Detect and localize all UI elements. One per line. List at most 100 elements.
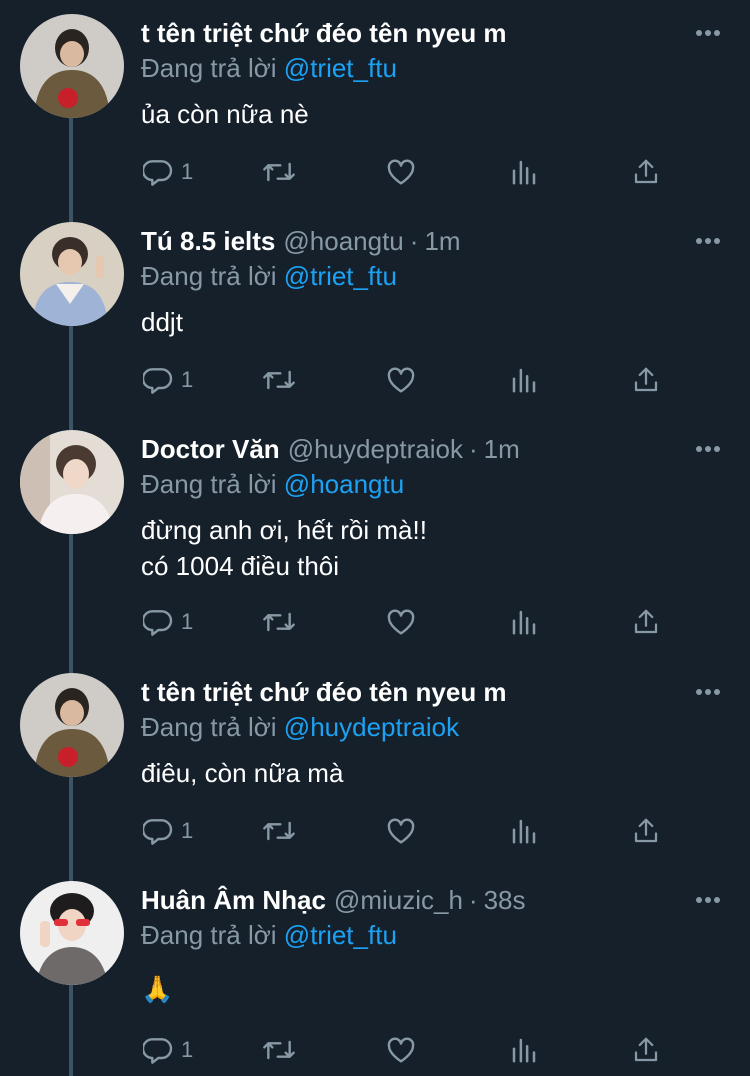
- more-dots-icon[interactable]: [690, 885, 726, 915]
- tweet[interactable]: Huân Âm Nhạc @miuzic_h · 38s Đang trả lờ…: [0, 867, 750, 1076]
- share-icon: [634, 367, 658, 392]
- share-button[interactable]: [631, 602, 661, 642]
- tweet-text: đừng anh ơi, hết rồi mà!! có 1004 điều t…: [141, 512, 721, 584]
- more-dots-icon[interactable]: [690, 434, 726, 464]
- analytics-button[interactable]: [509, 360, 539, 400]
- display-name[interactable]: Huân Âm Nhạc: [141, 881, 326, 919]
- tweet-header: t tên triệt chứ đéo tên nyeu m: [141, 14, 681, 52]
- reply-icon: [143, 368, 173, 394]
- mention-link[interactable]: @hoangtu: [284, 469, 404, 499]
- avatar[interactable]: [20, 14, 124, 118]
- like-button[interactable]: [385, 811, 417, 851]
- separator: ·: [409, 226, 419, 256]
- display-name[interactable]: Doctor Văn: [141, 430, 280, 468]
- mention-link[interactable]: @triet_ftu: [284, 920, 397, 950]
- replying-to: Đang trả lời @huydeptraiok: [141, 709, 459, 745]
- separator: ·: [468, 434, 478, 464]
- heart-icon: [387, 367, 415, 393]
- reply-icon: [143, 1038, 173, 1064]
- reply-button[interactable]: 1: [143, 1030, 193, 1070]
- retweet-icon: [263, 821, 295, 841]
- reply-button[interactable]: 1: [143, 811, 193, 851]
- more-dots-icon[interactable]: [690, 18, 726, 48]
- reply-button[interactable]: 1: [143, 602, 193, 642]
- retweet-button[interactable]: [261, 152, 297, 192]
- replying-to-label: Đang trả lời: [141, 469, 277, 499]
- tweet-text: điêu, còn nữa mà: [141, 755, 721, 791]
- reply-count: 1: [181, 609, 194, 634]
- action-bar: 1: [141, 602, 701, 642]
- tweet-header: Tú 8.5 ielts @hoangtu · 1m: [141, 222, 681, 260]
- share-icon: [634, 159, 658, 184]
- like-button[interactable]: [385, 1030, 417, 1070]
- more-dots-icon[interactable]: [690, 226, 726, 256]
- tweet[interactable]: t tên triệt chứ đéo tên nyeu m Đang trả …: [0, 0, 750, 208]
- analytics-button[interactable]: [509, 811, 539, 851]
- tweet[interactable]: Doctor Văn @huydeptraiok · 1m Đang trả l…: [0, 416, 750, 666]
- reply-icon: [143, 610, 173, 636]
- analytics-button[interactable]: [509, 152, 539, 192]
- share-button[interactable]: [631, 1030, 661, 1070]
- action-bar: 1: [141, 360, 701, 400]
- tweet[interactable]: t tên triệt chứ đéo tên nyeu m Đang trả …: [0, 659, 750, 867]
- username[interactable]: @huydeptraiok: [288, 430, 463, 468]
- timestamp[interactable]: 1m: [424, 222, 460, 260]
- share-button[interactable]: [631, 152, 661, 192]
- share-button[interactable]: [631, 811, 661, 851]
- display-name[interactable]: Tú 8.5 ielts: [141, 222, 275, 260]
- tweet-text-line: ddjt: [141, 307, 183, 337]
- replying-to-label: Đang trả lời: [141, 261, 277, 291]
- more-dots-icon[interactable]: [690, 677, 726, 707]
- tweet-text: 🙏: [141, 971, 721, 1007]
- analytics-icon: [512, 610, 536, 635]
- avatar[interactable]: [20, 881, 124, 985]
- reply-button[interactable]: 1: [143, 360, 193, 400]
- timestamp[interactable]: 38s: [484, 881, 526, 919]
- share-icon: [634, 609, 658, 634]
- reply-count: 1: [181, 818, 194, 843]
- analytics-button[interactable]: [509, 1030, 539, 1070]
- tweet-text: ủa còn nữa nè: [141, 96, 721, 132]
- action-bar: 1: [141, 1030, 701, 1070]
- retweet-icon: [263, 612, 295, 632]
- display-name[interactable]: t tên triệt chứ đéo tên nyeu m: [141, 673, 507, 711]
- replying-to: Đang trả lời @triet_ftu: [141, 258, 397, 294]
- timestamp[interactable]: 1m: [484, 430, 520, 468]
- display-name[interactable]: t tên triệt chứ đéo tên nyeu m: [141, 14, 507, 52]
- analytics-button[interactable]: [509, 602, 539, 642]
- tweet-text-line: điêu, còn nữa mà: [141, 758, 344, 788]
- reply-count: 1: [181, 367, 194, 392]
- analytics-icon: [512, 1038, 536, 1063]
- like-button[interactable]: [385, 602, 417, 642]
- share-button[interactable]: [631, 360, 661, 400]
- retweet-icon: [263, 1040, 295, 1060]
- retweet-button[interactable]: [261, 602, 297, 642]
- action-bar: 1: [141, 811, 701, 851]
- retweet-button[interactable]: [261, 1030, 297, 1070]
- avatar[interactable]: [20, 222, 124, 326]
- avatar[interactable]: [20, 673, 124, 777]
- like-button[interactable]: [385, 360, 417, 400]
- replying-to-label: Đang trả lời: [141, 53, 277, 83]
- avatar[interactable]: [20, 430, 124, 534]
- retweet-icon: [263, 370, 295, 390]
- username[interactable]: @hoangtu: [283, 222, 403, 260]
- analytics-icon: [512, 160, 536, 185]
- retweet-button[interactable]: [261, 811, 297, 851]
- tweet[interactable]: Tú 8.5 ielts @hoangtu · 1m Đang trả lời …: [0, 208, 750, 416]
- mention-link[interactable]: @triet_ftu: [284, 53, 397, 83]
- retweet-button[interactable]: [261, 360, 297, 400]
- tweet-header: Huân Âm Nhạc @miuzic_h · 38s: [141, 881, 681, 919]
- mention-link[interactable]: @triet_ftu: [284, 261, 397, 291]
- reply-icon: [143, 819, 173, 845]
- heart-icon: [387, 1037, 415, 1063]
- replying-to: Đang trả lời @triet_ftu: [141, 50, 397, 86]
- username[interactable]: @miuzic_h: [334, 881, 463, 919]
- like-button[interactable]: [385, 152, 417, 192]
- share-icon: [634, 818, 658, 843]
- mention-link[interactable]: @huydeptraiok: [284, 712, 459, 742]
- reply-button[interactable]: 1: [143, 152, 193, 192]
- replying-to: Đang trả lời @triet_ftu: [141, 917, 397, 953]
- reply-count: 1: [181, 159, 194, 184]
- separator: ·: [468, 885, 478, 915]
